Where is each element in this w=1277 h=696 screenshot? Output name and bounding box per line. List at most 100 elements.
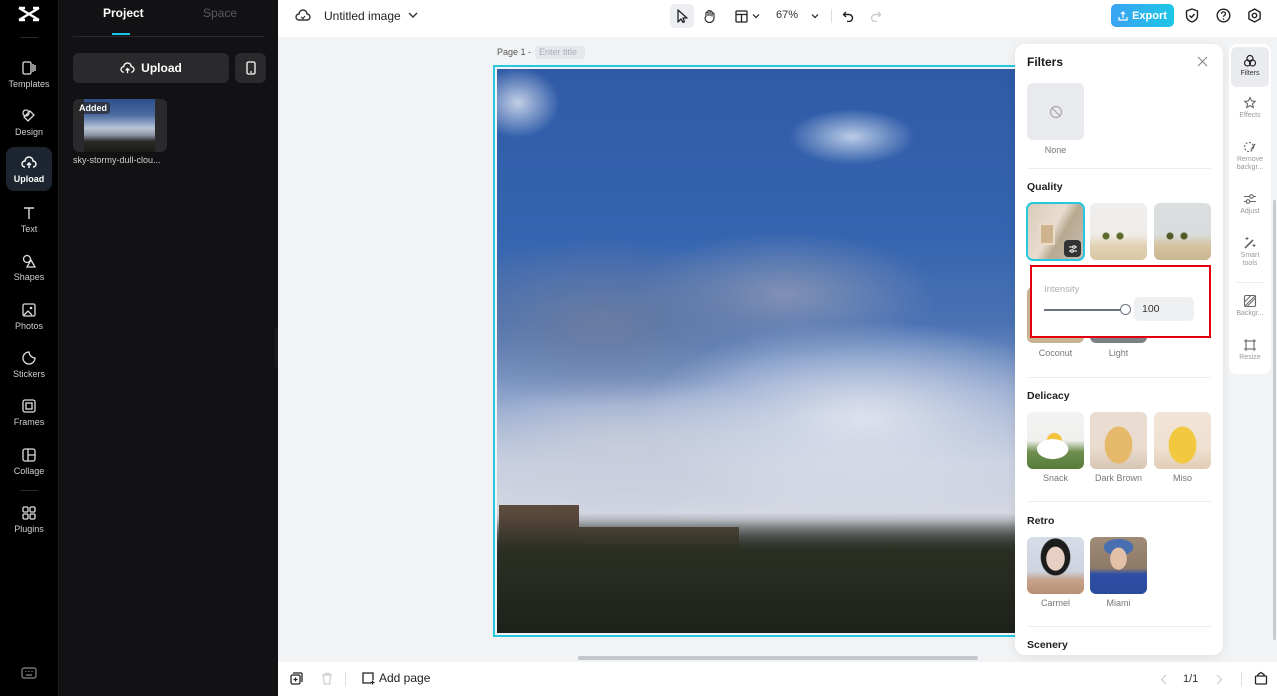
- filter-carmel[interactable]: [1027, 537, 1084, 594]
- rail-item-text[interactable]: Text: [6, 197, 52, 241]
- export-button[interactable]: Export: [1111, 4, 1174, 27]
- rail-tab-filters[interactable]: Filters: [1231, 47, 1269, 87]
- filter-quality-1[interactable]: [1026, 202, 1085, 261]
- filter-none[interactable]: [1027, 83, 1084, 140]
- select-tool-button[interactable]: [670, 4, 694, 28]
- page-title-input[interactable]: Enter title: [535, 46, 585, 59]
- plugins-icon: [22, 505, 36, 520]
- adjust-sliders-icon: [1244, 194, 1256, 204]
- duplicate-page-icon[interactable]: [290, 672, 303, 685]
- frame-shape: [1039, 223, 1055, 245]
- settings-gear-icon[interactable]: [1247, 8, 1262, 23]
- rail-label: Design: [14, 126, 43, 137]
- keyboard-shortcuts-icon[interactable]: [21, 667, 37, 679]
- pointer-icon: [677, 9, 688, 23]
- remove-background-icon: [1243, 141, 1256, 153]
- filter-label: Carmel: [1040, 598, 1070, 608]
- shield-check-icon[interactable]: [1185, 8, 1199, 23]
- rail-item-shapes[interactable]: Shapes: [6, 245, 52, 289]
- undo-button[interactable]: [838, 4, 858, 28]
- zoom-level[interactable]: 67%: [776, 9, 798, 21]
- asset-filename: sky-stormy-dull-clou...: [73, 155, 161, 165]
- intensity-slider-handle[interactable]: [1120, 304, 1131, 315]
- active-tab-indicator: [112, 33, 130, 35]
- rail-item-stickers[interactable]: Stickers: [6, 342, 52, 386]
- rail-tab-adjust[interactable]: Adjust: [1231, 192, 1269, 216]
- no-filter-icon: [1049, 105, 1062, 118]
- toolbar-divider: [831, 9, 832, 23]
- treeline-shape: [497, 513, 1019, 633]
- next-page-icon[interactable]: [1216, 674, 1223, 685]
- bottom-divider: [345, 672, 346, 686]
- resize-icon: [1244, 339, 1256, 351]
- filter-miso[interactable]: [1154, 412, 1211, 469]
- redo-button[interactable]: [866, 4, 886, 28]
- rail-label: Frames: [13, 416, 45, 427]
- vertical-scrollbar[interactable]: [1273, 200, 1276, 640]
- filter-miami[interactable]: [1090, 537, 1147, 594]
- rail-divider: [20, 490, 38, 491]
- page-counter: 1/1: [1183, 673, 1199, 685]
- rail-item-templates[interactable]: Templates: [6, 52, 52, 96]
- rail-label: Upload: [13, 173, 45, 184]
- add-page-button[interactable]: Add page: [361, 671, 430, 685]
- tab-space[interactable]: Space: [203, 6, 237, 20]
- rail-tab-label: Smart tools: [1240, 252, 1260, 267]
- section-divider: [1027, 626, 1211, 627]
- redo-icon: [870, 11, 882, 22]
- zoom-chevron-down-icon[interactable]: [811, 13, 819, 19]
- rail-tab-remove-background[interactable]: Remove backgr...: [1231, 140, 1269, 172]
- filter-quality-2[interactable]: [1090, 203, 1147, 260]
- top-bar: Untitled image 67% Export: [278, 0, 1277, 37]
- adjust-filter-button[interactable]: [1064, 240, 1081, 257]
- rail-item-plugins[interactable]: Plugins: [6, 497, 52, 541]
- rail-tab-smart-tools[interactable]: Smart tools: [1231, 236, 1269, 268]
- shapes-icon: [22, 254, 37, 268]
- delete-page-icon[interactable]: [321, 672, 333, 685]
- chevron-down-icon[interactable]: [408, 11, 418, 19]
- section-title-delicacy: Delicacy: [1027, 390, 1070, 402]
- rail-tab-label: Adjust: [1240, 208, 1260, 215]
- rail-tab-background[interactable]: Backgr...: [1231, 294, 1269, 318]
- document-title[interactable]: Untitled image: [324, 9, 401, 23]
- intensity-value-input[interactable]: 100: [1134, 297, 1194, 321]
- design-icon: [22, 108, 35, 122]
- frames-icon: [22, 398, 36, 413]
- rail-item-photos[interactable]: Photos: [6, 294, 52, 338]
- filter-quality-3[interactable]: [1154, 203, 1211, 260]
- previous-page-icon[interactable]: [1160, 674, 1167, 685]
- filter-label: Snack: [1042, 473, 1068, 483]
- phone-icon: [245, 61, 256, 75]
- chevron-down-icon: [752, 14, 759, 19]
- hand-tool-button[interactable]: [698, 4, 720, 28]
- rail-divider: [1235, 282, 1265, 283]
- pages-panel-icon[interactable]: [1254, 671, 1268, 685]
- rail-item-design[interactable]: Design: [6, 100, 52, 144]
- rail-tab-effects[interactable]: Effects: [1231, 96, 1269, 120]
- upload-button[interactable]: Upload: [73, 53, 229, 83]
- layout-dropdown-button[interactable]: [730, 4, 764, 28]
- section-title-retro: Retro: [1027, 515, 1055, 527]
- asset-thumbnail[interactable]: Added: [73, 99, 167, 152]
- filter-dark-brown[interactable]: [1090, 412, 1147, 469]
- tab-project[interactable]: Project: [103, 6, 144, 20]
- capcut-logo-icon[interactable]: [17, 6, 41, 22]
- rail-item-upload[interactable]: Upload: [6, 147, 52, 191]
- help-icon[interactable]: [1216, 8, 1231, 23]
- export-label: Export: [1132, 9, 1167, 22]
- intensity-slider-track[interactable]: [1044, 309, 1124, 311]
- selected-image[interactable]: [493, 65, 1023, 637]
- filter-label: Miso: [1172, 473, 1192, 483]
- rail-tab-resize[interactable]: Resize: [1231, 338, 1269, 362]
- cloud-sync-icon[interactable]: [295, 8, 311, 22]
- filter-snack[interactable]: [1027, 412, 1084, 469]
- filter-label: Miami: [1106, 598, 1131, 608]
- section-title-quality: Quality: [1027, 181, 1063, 193]
- rail-tab-label: Backgr...: [1236, 310, 1264, 317]
- horizontal-scrollbar[interactable]: [578, 656, 978, 660]
- rail-item-frames[interactable]: Frames: [6, 390, 52, 434]
- photos-icon: [22, 302, 36, 317]
- close-icon[interactable]: [1197, 56, 1208, 67]
- upload-from-phone-button[interactable]: [235, 53, 266, 83]
- rail-item-collage[interactable]: Collage: [6, 439, 52, 483]
